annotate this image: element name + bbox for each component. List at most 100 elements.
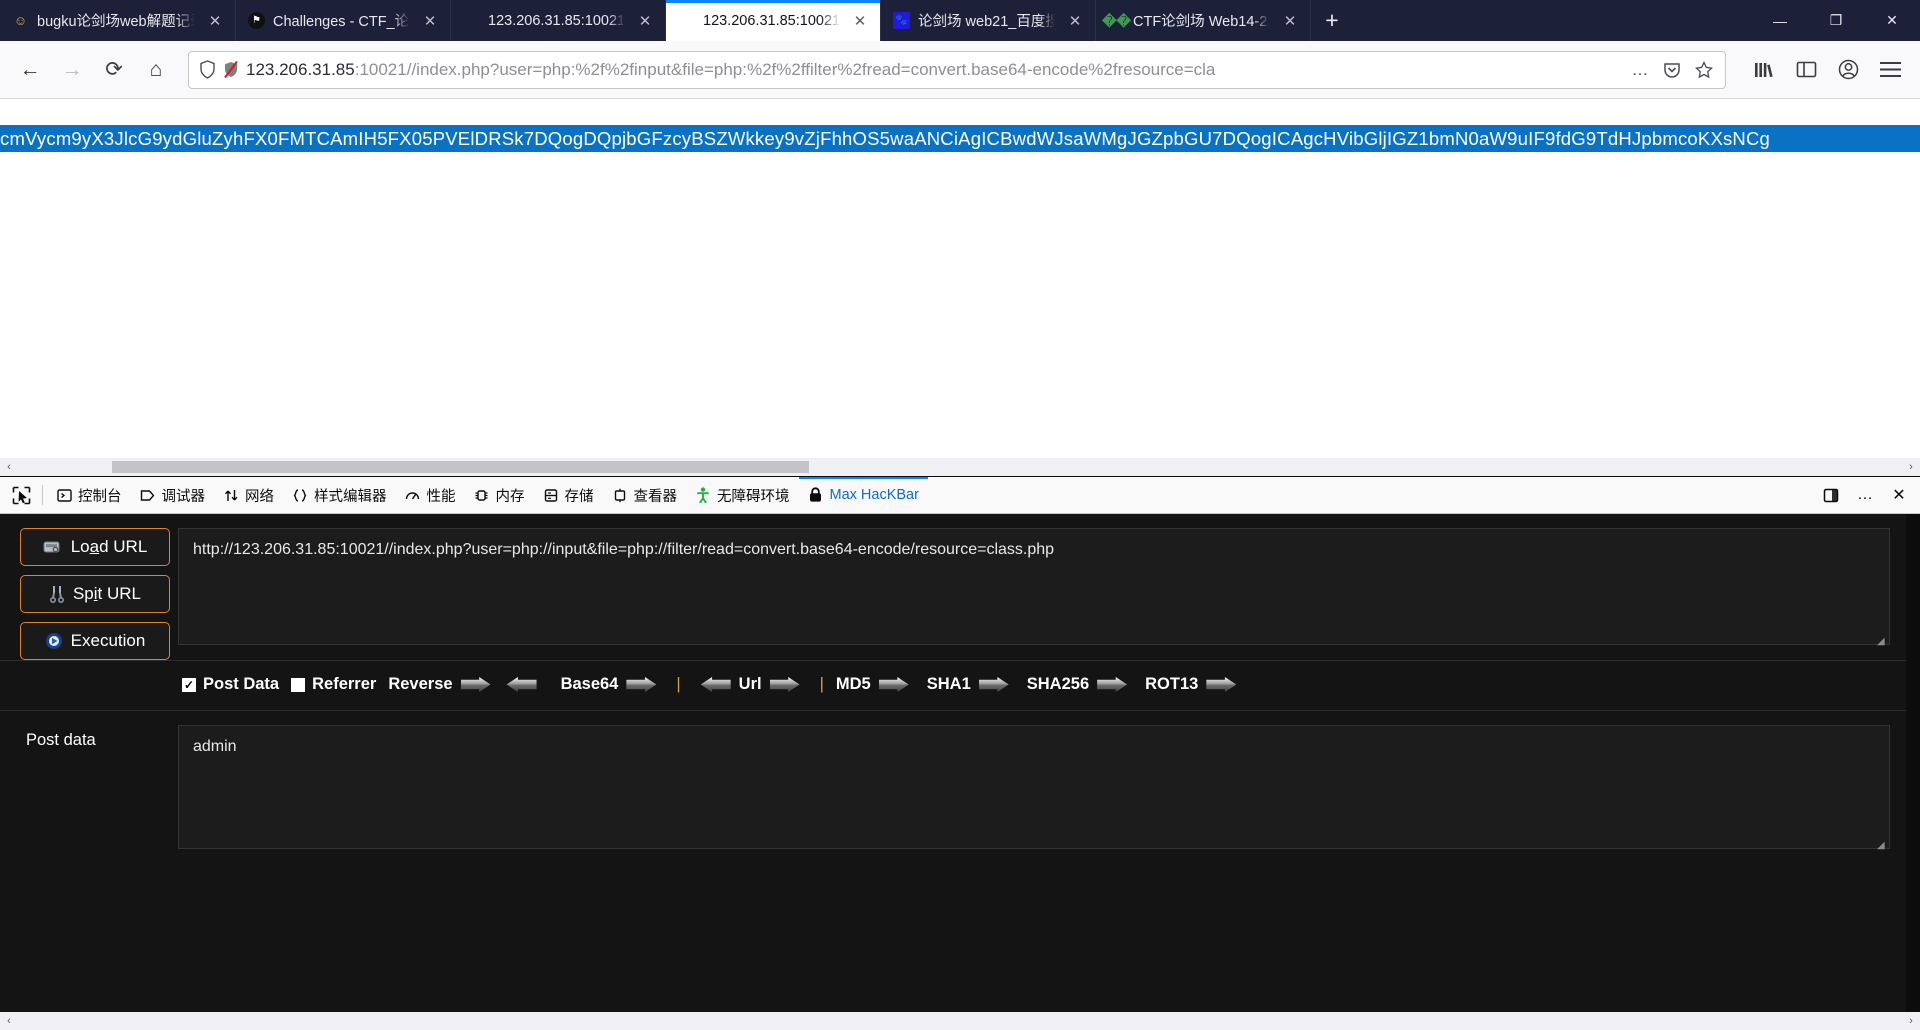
lock-icon	[808, 487, 824, 503]
page-actions-icon[interactable]: …	[1625, 55, 1655, 85]
scrollbar-track[interactable]	[18, 458, 1902, 476]
tab-label: 控制台	[78, 488, 122, 505]
devtools-tab-network[interactable]: 网络	[214, 477, 283, 513]
page-horizontal-scrollbar[interactable]: ‹ ›	[0, 458, 1920, 476]
tab-label: 无障碍环境	[717, 488, 790, 505]
devtools-tab-console[interactable]: 控制台	[47, 477, 131, 513]
tab-title: bugku论剑场web解题记录 - 博客	[37, 14, 195, 30]
star-icon[interactable]	[1689, 55, 1719, 85]
tab-title: 论剑场 web21_百度搜索	[918, 14, 1055, 30]
url-label: Url	[738, 675, 762, 693]
url-encode-arrow-icon[interactable]	[769, 677, 800, 692]
maximize-icon[interactable]: ❐	[1808, 0, 1864, 41]
load-url-button[interactable]: Load URL	[20, 528, 170, 566]
sha256-hash-arrow-icon[interactable]	[1097, 677, 1128, 692]
network-icon	[223, 488, 239, 503]
scroll-left-icon[interactable]: ‹	[0, 1015, 18, 1027]
devtools-tab-accessibility[interactable]: 无障碍环境	[686, 477, 799, 513]
account-icon[interactable]	[1828, 50, 1868, 90]
performance-icon	[405, 488, 421, 503]
dock-icon[interactable]	[1814, 481, 1848, 510]
load-url-label: Load URL	[70, 537, 148, 556]
close-icon[interactable]: ✕	[418, 9, 442, 33]
devtools-tab-style-editor[interactable]: 样式编辑器	[283, 477, 396, 513]
scroll-right-icon[interactable]: ›	[1902, 461, 1920, 473]
devtools-panel: 控制台 调试器 网络 样式编辑器 性能 内存 存储 查看器 无障碍环境 Max …	[0, 476, 1920, 1030]
forward-icon[interactable]: →	[52, 50, 92, 90]
devtools-tab-max-hackbar[interactable]: Max HacKBar	[798, 477, 929, 513]
split-url-button[interactable]: Spit URL	[20, 575, 170, 613]
devtools-horizontal-scrollbar[interactable]: ‹ ›	[0, 1012, 1920, 1030]
pocket-icon[interactable]	[1657, 55, 1687, 85]
execution-label: Execution	[70, 631, 146, 650]
browser-tab-3[interactable]: 123.206.31.85:10021/ ✕	[451, 0, 666, 41]
close-icon[interactable]: ✕	[1278, 9, 1302, 33]
close-devtools-icon[interactable]: ✕	[1882, 481, 1916, 510]
url-decode-arrow-icon[interactable]	[700, 677, 731, 692]
close-icon[interactable]: ✕	[1063, 9, 1087, 33]
execution-button[interactable]: Execution	[20, 622, 170, 660]
browser-tab-6[interactable]: �� CTF论剑场 Web14-21 Writeup ✕	[1096, 0, 1311, 41]
url-text[interactable]: 123.206.31.85:10021//index.php?user=php:…	[246, 60, 1619, 80]
meatball-menu-icon[interactable]: …	[1848, 481, 1882, 510]
user-icon: ☺	[13, 13, 28, 28]
devtools-tab-performance[interactable]: 性能	[396, 477, 465, 513]
scrollbar-thumb[interactable]	[112, 461, 810, 473]
rot13-encode-arrow-icon[interactable]	[1206, 677, 1237, 692]
browser-tab-1[interactable]: ☺ bugku论剑场web解题记录 - 博客 ✕	[0, 0, 236, 41]
post-data-textarea[interactable]	[178, 725, 1890, 849]
toolbar-right-icons	[1738, 50, 1910, 90]
new-tab-button[interactable]: +	[1311, 0, 1353, 41]
separator-pipe-1: |	[676, 675, 681, 693]
close-window-icon[interactable]: ✕	[1864, 0, 1920, 41]
url-textarea[interactable]	[178, 528, 1890, 645]
reload-icon[interactable]: ⟳	[94, 50, 134, 90]
tab-label: 存储	[564, 488, 594, 505]
back-icon[interactable]: ←	[10, 50, 50, 90]
tracking-protection-off-icon[interactable]	[222, 60, 240, 79]
scroll-right-icon[interactable]: ›	[1902, 1015, 1920, 1027]
hackbar-options-row: ✓ Post Data Referrer Reverse Base64 | Ur…	[0, 661, 1920, 711]
sha1-hash-arrow-icon[interactable]	[978, 677, 1009, 692]
element-picker-icon[interactable]	[4, 481, 38, 510]
devtools-vertical-scrollbar[interactable]	[1906, 514, 1920, 1012]
sidebar-icon[interactable]	[1786, 50, 1826, 90]
reverse-decode-arrow-icon[interactable]	[506, 677, 537, 692]
close-icon[interactable]: ✕	[203, 9, 227, 33]
close-icon[interactable]: ✕	[633, 9, 657, 33]
resize-grip-icon[interactable]: ◢	[1877, 841, 1887, 851]
tab-label: 内存	[495, 488, 525, 505]
memory-icon	[474, 488, 490, 503]
browser-tab-4-active[interactable]: 123.206.31.85:10021//index.php ✕	[666, 0, 881, 41]
referrer-checkbox[interactable]	[291, 677, 306, 692]
toolbar-divider	[42, 485, 43, 505]
shield-icon[interactable]	[199, 60, 216, 79]
post-data-label: Post Data	[203, 675, 280, 693]
inspector-icon	[612, 488, 628, 503]
home-icon[interactable]: ⌂	[136, 50, 176, 90]
url-textarea-wrap: ◢	[178, 528, 1890, 650]
browser-tab-2[interactable]: ⚑ Challenges - CTF_论剑场 ✕	[236, 0, 451, 41]
devtools-tab-inspector[interactable]: 查看器	[603, 477, 687, 513]
menu-icon[interactable]	[1870, 50, 1910, 90]
devtools-tab-memory[interactable]: 内存	[465, 477, 534, 513]
post-data-checkbox[interactable]: ✓	[182, 677, 196, 692]
style-editor-icon	[292, 488, 308, 503]
library-icon[interactable]	[1744, 50, 1784, 90]
close-icon[interactable]: ✕	[848, 9, 872, 33]
resize-grip-icon[interactable]: ◢	[1877, 637, 1887, 647]
reverse-encode-arrow-icon[interactable]	[460, 677, 491, 692]
scroll-left-icon[interactable]: ‹	[0, 461, 18, 473]
md5-label: MD5	[835, 675, 871, 693]
browser-tab-5[interactable]: 🐾 论剑场 web21_百度搜索 ✕	[881, 0, 1096, 41]
url-bar[interactable]: 123.206.31.85:10021//index.php?user=php:…	[188, 50, 1726, 89]
minimize-icon[interactable]: —	[1752, 0, 1808, 41]
devtools-tab-debugger[interactable]: 调试器	[131, 477, 215, 513]
base64-label: Base64	[560, 675, 619, 693]
execution-icon	[45, 632, 63, 650]
tabstrip-spacer	[1353, 0, 1752, 41]
devtools-tab-storage[interactable]: 存储	[534, 477, 603, 513]
accessibility-icon	[695, 487, 711, 503]
base64-encode-arrow-icon[interactable]	[626, 677, 657, 692]
md5-hash-arrow-icon[interactable]	[878, 677, 909, 692]
